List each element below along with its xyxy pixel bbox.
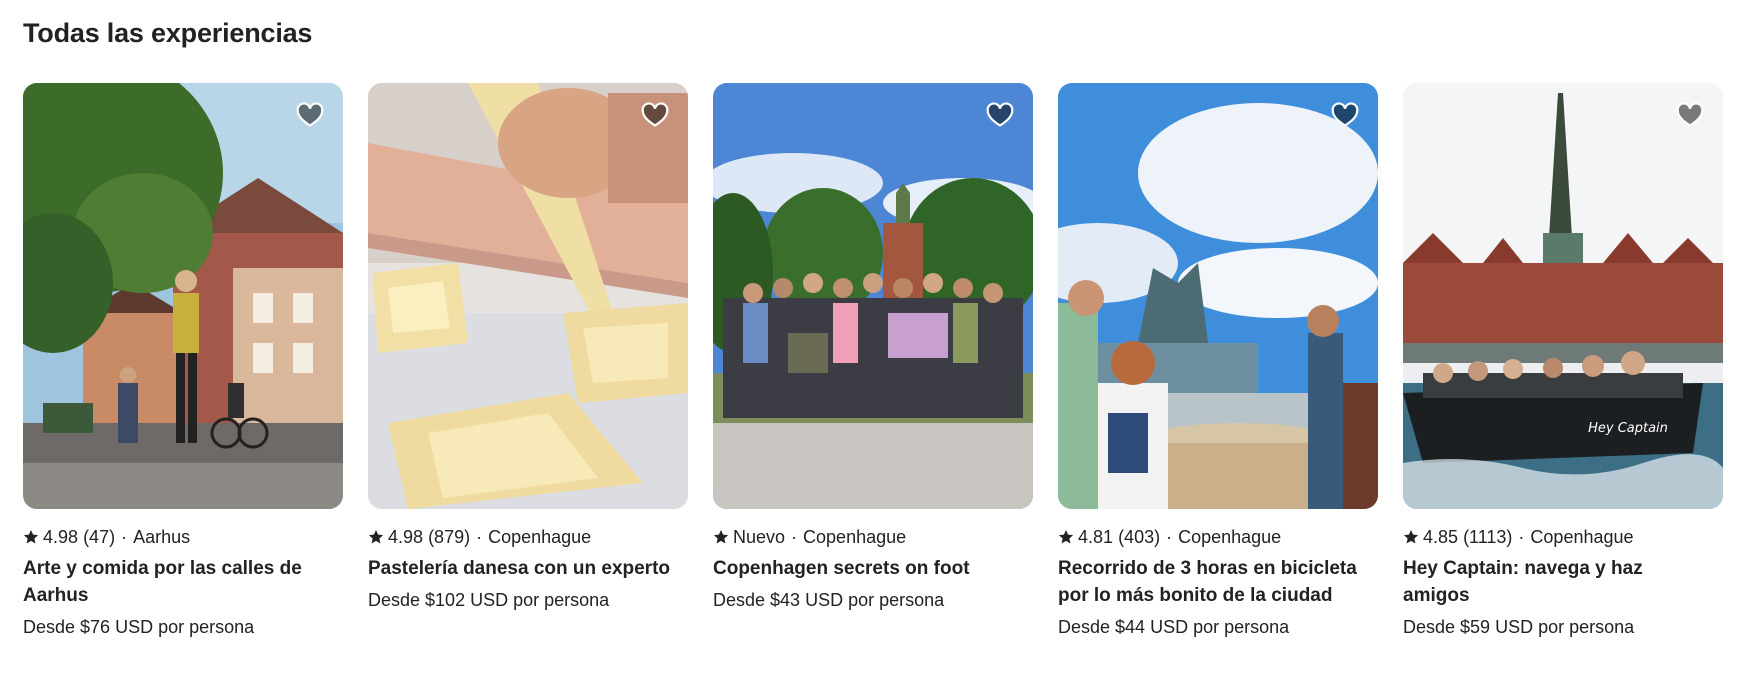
experience-price: Desde $76 USD por persona (23, 617, 255, 637)
boat-sign: Hey Captain (1588, 421, 1668, 436)
review-count: (879) (428, 527, 471, 547)
section-title: Todas las experiencias (23, 18, 313, 48)
separator: · (1166, 527, 1173, 547)
pastry-image (368, 83, 688, 509)
street-scene-image (23, 83, 343, 509)
experience-photo[interactable] (1058, 83, 1378, 509)
experience-title[interactable]: Arte y comida por las calles de Aarhus (23, 555, 333, 609)
experience-photo[interactable]: Hey Captain (1403, 83, 1723, 509)
star-icon (1058, 529, 1074, 545)
rating-value: 4.81 (1078, 527, 1114, 547)
boat-tour-image: Hey Captain (1403, 83, 1723, 509)
experience-title[interactable]: Hey Captain: navega y haz amigos (1403, 555, 1713, 609)
group-photo-image (713, 83, 1033, 509)
location: Copenhague (1178, 527, 1282, 547)
rating-value: 4.98 (388, 527, 424, 547)
experience-card[interactable]: 4.98 (879) · Copenhague Pastelería danesa … (368, 83, 688, 612)
rating-row: 4.98 (879) · Copenhague (368, 525, 688, 549)
experience-photo[interactable] (713, 83, 1033, 509)
favorite-heart-icon[interactable] (1330, 101, 1360, 129)
experience-photo[interactable] (23, 83, 343, 509)
experience-price: Desde $44 USD por persona (1058, 617, 1290, 637)
experience-title[interactable]: Pastelería danesa con un experto (368, 555, 678, 582)
location: Copenhague (488, 527, 592, 547)
favorite-heart-icon[interactable] (985, 101, 1015, 129)
rating-value: 4.98 (43, 527, 79, 547)
star-icon (368, 529, 384, 545)
experience-card[interactable]: Hey Captain 4.85 (1113) · Copenhague Hey C… (1403, 83, 1723, 639)
favorite-heart-icon[interactable] (640, 101, 670, 129)
favorite-heart-icon[interactable] (1675, 101, 1705, 129)
experience-card[interactable]: 4.81 (403) · Copenhague Recorrido de 3 hor… (1058, 83, 1378, 639)
star-icon (1403, 529, 1419, 545)
experience-card[interactable]: Nuevo · Copenhague Copenhagen secrets on f… (713, 83, 1033, 612)
experience-card[interactable]: 4.98 (47) · Aarhus Arte y comida por las c… (23, 83, 343, 639)
separator: · (1518, 527, 1525, 547)
fountain-tour-image (1058, 83, 1378, 509)
favorite-heart-icon[interactable] (295, 101, 325, 129)
experience-title[interactable]: Copenhagen secrets on foot (713, 555, 1023, 582)
review-count: (1113) (1463, 527, 1513, 547)
review-count: (47) (83, 527, 116, 547)
separator: · (791, 527, 798, 547)
review-count: (403) (1118, 527, 1161, 547)
experience-price: Desde $43 USD por persona (713, 590, 945, 610)
separator: · (121, 527, 128, 547)
star-icon (23, 529, 39, 545)
location: Copenhague (1530, 527, 1634, 547)
experience-price: Desde $102 USD por persona (368, 590, 610, 610)
star-icon (713, 529, 729, 545)
rating-row: 4.85 (1113) · Copenhague (1403, 525, 1723, 549)
rating-row: 4.98 (47) · Aarhus (23, 525, 343, 549)
location: Aarhus (133, 527, 191, 547)
separator: · (476, 527, 483, 547)
rating-row: Nuevo · Copenhague (713, 525, 1033, 549)
experience-photo[interactable] (368, 83, 688, 509)
experience-price: Desde $59 USD por persona (1403, 617, 1635, 637)
location: Copenhague (803, 527, 907, 547)
rating-value: 4.85 (1423, 527, 1459, 547)
rating-row: 4.81 (403) · Copenhague (1058, 525, 1378, 549)
experience-title[interactable]: Recorrido de 3 horas en bicicleta por lo… (1058, 555, 1368, 609)
rating-value: Nuevo (733, 527, 786, 547)
